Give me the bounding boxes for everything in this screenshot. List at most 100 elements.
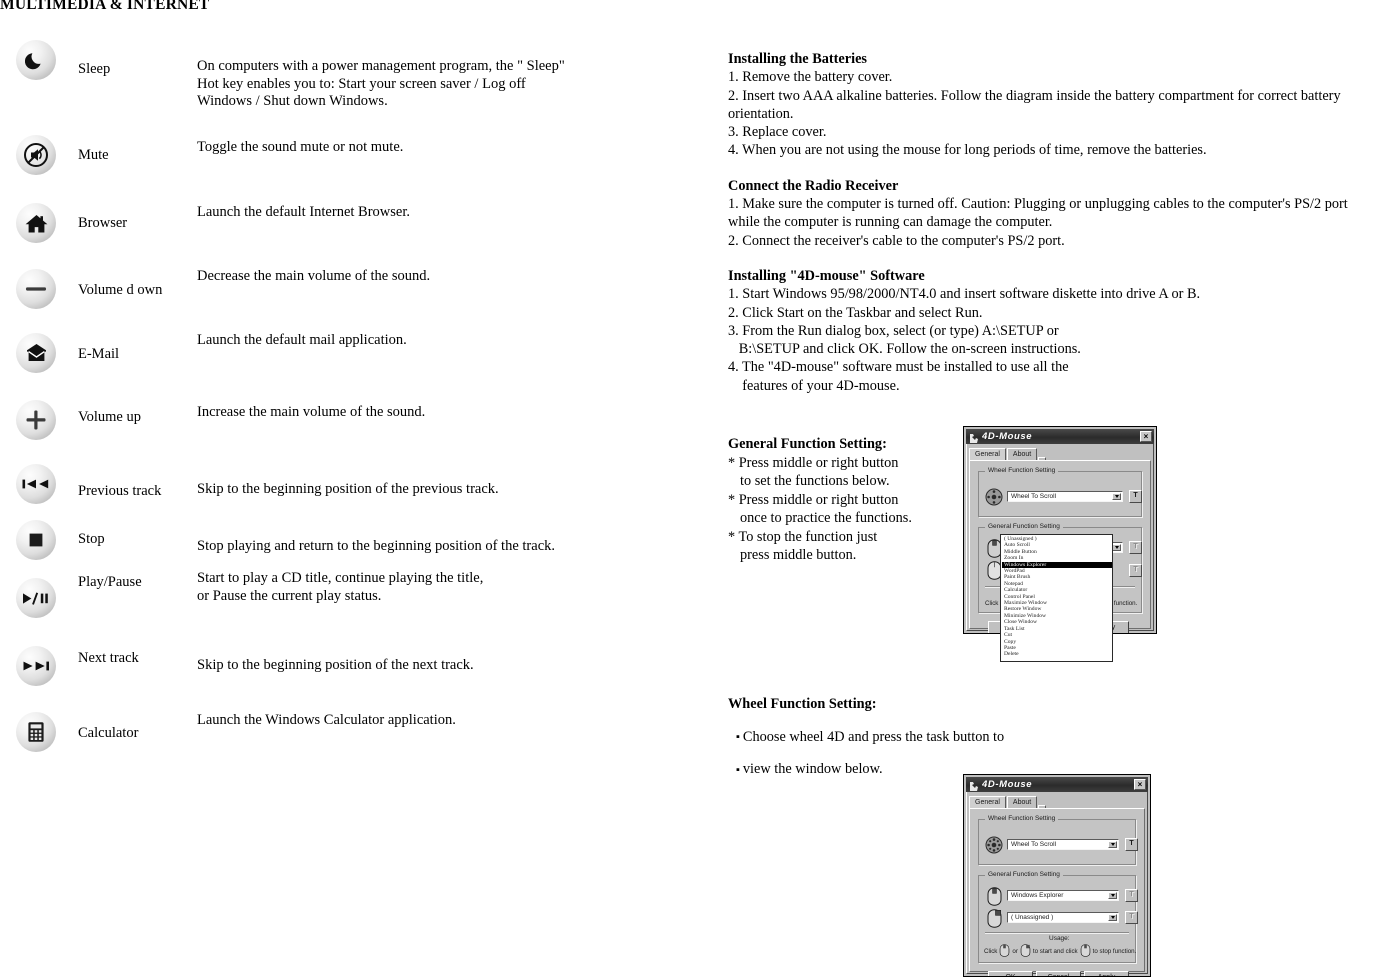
wheel-function-combo[interactable]: Wheel To Scroll bbox=[1007, 839, 1119, 850]
minus-icon bbox=[16, 269, 56, 309]
general-function-combo-1[interactable]: Windows Explorer bbox=[1007, 890, 1119, 901]
desc-line: Launch the Windows Calculator applicatio… bbox=[197, 712, 456, 728]
usage-click-label: Click bbox=[984, 948, 998, 955]
section-connect-radio-receiver: Connect the Radio Receiver 1. Make sure … bbox=[728, 177, 1375, 250]
desc-line: Skip to the beginning position of the ne… bbox=[197, 657, 474, 673]
tab-general[interactable]: General bbox=[969, 448, 1006, 460]
table-row: E-Mail Launch the default mail applicati… bbox=[0, 319, 690, 385]
desc-line: Decrease the main volume of the sound. bbox=[197, 268, 431, 284]
home-browser-icon bbox=[16, 203, 56, 243]
table-row: Sleep On computers with a power manageme… bbox=[0, 34, 690, 122]
apply-button[interactable]: Apply bbox=[1084, 971, 1129, 976]
section-line: once to practice the functions. bbox=[740, 510, 912, 527]
section-line: features of your 4D-mouse. bbox=[728, 377, 900, 394]
tabstrip: General About bbox=[969, 447, 1151, 460]
section-line: 1. Remove the battery cover. bbox=[728, 69, 893, 86]
section-line: 1. Make sure the computer is turned off.… bbox=[728, 196, 1348, 231]
tab-about[interactable]: About bbox=[1006, 448, 1038, 460]
section-installing-batteries: Installing the Batteries 1. Remove the b… bbox=[728, 50, 1375, 160]
combo-value: Wheel To Scroll bbox=[1011, 841, 1057, 848]
wheel-ball-icon bbox=[985, 488, 1003, 511]
general-task-button-1[interactable]: T bbox=[1129, 541, 1142, 554]
table-row: Calculator Launch the Windows Calculator… bbox=[0, 698, 690, 764]
tab-general[interactable]: General bbox=[969, 796, 1006, 808]
desc-line: or Pause the current play status. bbox=[197, 587, 382, 604]
bullet-item: ▪ Choose wheel 4D and press the task butt… bbox=[728, 728, 1068, 747]
close-icon[interactable]: × bbox=[1140, 431, 1152, 442]
section-title: General Function Setting: bbox=[728, 436, 887, 452]
general-task-button-2[interactable]: T bbox=[1129, 564, 1142, 577]
chevron-down-icon[interactable] bbox=[1112, 544, 1121, 551]
table-row: Browser Launch the default Internet Brow… bbox=[0, 189, 690, 254]
usage-or-label: or bbox=[1012, 948, 1018, 955]
chevron-down-icon[interactable] bbox=[1108, 892, 1117, 899]
cancel-button[interactable]: Cancel bbox=[1036, 971, 1081, 976]
section-title: Installing the Batteries bbox=[728, 51, 867, 67]
table-row: Mute Toggle the sound mute or not mute. bbox=[0, 122, 690, 189]
hotkey-name: Mute bbox=[78, 147, 109, 163]
desc-line: Hot key enables you to: Start your scree… bbox=[197, 75, 526, 92]
usage-end-label: to stop function. bbox=[1092, 948, 1137, 955]
general-task-button-2[interactable]: T bbox=[1125, 911, 1138, 924]
general-task-button-1[interactable]: T bbox=[1125, 889, 1138, 902]
hotkey-name: Sleep bbox=[78, 61, 111, 77]
wheel-task-button[interactable]: T bbox=[1125, 838, 1138, 851]
usage-mid-label: to start and click bbox=[1032, 948, 1078, 955]
wheel-task-button[interactable]: T bbox=[1129, 490, 1142, 503]
chevron-down-icon[interactable] bbox=[1108, 914, 1117, 921]
next-track-icon bbox=[16, 646, 56, 686]
desc-line: Stop playing and return to the beginning… bbox=[197, 538, 556, 554]
combo-value: Windows Explorer bbox=[1011, 892, 1064, 899]
desc-line: Increase the main volume of the sound. bbox=[197, 404, 426, 420]
mouse-left-icon bbox=[999, 944, 1010, 960]
chevron-down-icon[interactable] bbox=[1112, 493, 1121, 500]
desc-line: Windows / Shut down Windows. bbox=[197, 93, 388, 110]
combo-value: Wheel To Scroll bbox=[1011, 493, 1057, 500]
hotkey-name: Stop bbox=[78, 531, 105, 547]
chevron-down-icon[interactable] bbox=[1108, 841, 1117, 848]
previous-track-icon bbox=[16, 464, 56, 504]
mouse-middle-icon bbox=[1080, 944, 1091, 960]
dialog-title: 4D-Mouse bbox=[982, 779, 1033, 790]
divider bbox=[985, 932, 1129, 934]
wheel-function-combo[interactable]: Wheel To Scroll bbox=[1007, 491, 1123, 502]
dialog-title: 4D-Mouse bbox=[982, 431, 1033, 442]
section-installing-software: Installing "4D-mouse" Software 1. Start … bbox=[728, 267, 1375, 395]
hotkey-name: Next track bbox=[78, 650, 139, 666]
desc-line: Toggle the sound mute or not mute. bbox=[197, 139, 404, 155]
hotkey-description: Launch the default Internet Browser. bbox=[197, 204, 667, 222]
mouse-right-button-icon bbox=[987, 909, 1002, 933]
mouse-app-icon bbox=[968, 431, 979, 443]
dialog-titlebar[interactable]: 4D-Mouse × bbox=[966, 429, 1154, 444]
group-wheel-function-setting: Wheel Function Setting Wheel To Scroll T bbox=[978, 467, 1142, 517]
close-icon[interactable]: × bbox=[1134, 779, 1146, 790]
ok-button[interactable]: OK bbox=[988, 971, 1033, 976]
bullet-dot: ▪ bbox=[736, 763, 740, 776]
section-title: Installing "4D-mouse" Software bbox=[728, 267, 925, 284]
section-line: press middle button. bbox=[740, 547, 857, 564]
section-line: * To stop the function just bbox=[728, 528, 878, 545]
page-title: MULTIMEDIA & INTERNET bbox=[0, 0, 210, 13]
function-dropdown-list[interactable]: ( Unassigned ) Auto Scroll Middle Button… bbox=[1000, 534, 1113, 662]
dialog-titlebar[interactable]: 4D-Mouse × bbox=[966, 777, 1148, 792]
play-pause-icon bbox=[16, 578, 56, 618]
moon-icon bbox=[16, 40, 56, 80]
section-line: 2. Connect the receiver's cable to the c… bbox=[728, 232, 1065, 249]
hotkey-description: Increase the main volume of the sound. bbox=[197, 404, 667, 422]
dialog-4d-mouse-wheel[interactable]: 4D-Mouse × General About Wheel Function … bbox=[963, 774, 1151, 977]
tab-about[interactable]: About bbox=[1006, 796, 1038, 808]
hotkey-description: Skip to the beginning position of the pr… bbox=[197, 481, 667, 499]
section-line: 3. Replace cover. bbox=[728, 124, 827, 141]
mouse-app-icon bbox=[968, 779, 979, 791]
general-function-combo-2[interactable]: ( Unassigned ) bbox=[1007, 912, 1119, 923]
usage-click-label: Click bbox=[985, 600, 999, 607]
hotkey-description: Toggle the sound mute or not mute. bbox=[197, 139, 667, 157]
usage-label: Usage: bbox=[1049, 935, 1070, 942]
section-line: to set the functions below. bbox=[740, 473, 890, 490]
table-row: Next track Skip to the beginning positio… bbox=[0, 633, 690, 698]
instructions-column: Installing the Batteries 1. Remove the b… bbox=[728, 50, 1375, 395]
dropdown-item[interactable]: Delete bbox=[1002, 651, 1112, 657]
bullet-text: view the window below. bbox=[742, 761, 883, 778]
hotkey-name: Volume d own bbox=[78, 282, 163, 298]
hotkey-name: Previous track bbox=[78, 483, 162, 499]
